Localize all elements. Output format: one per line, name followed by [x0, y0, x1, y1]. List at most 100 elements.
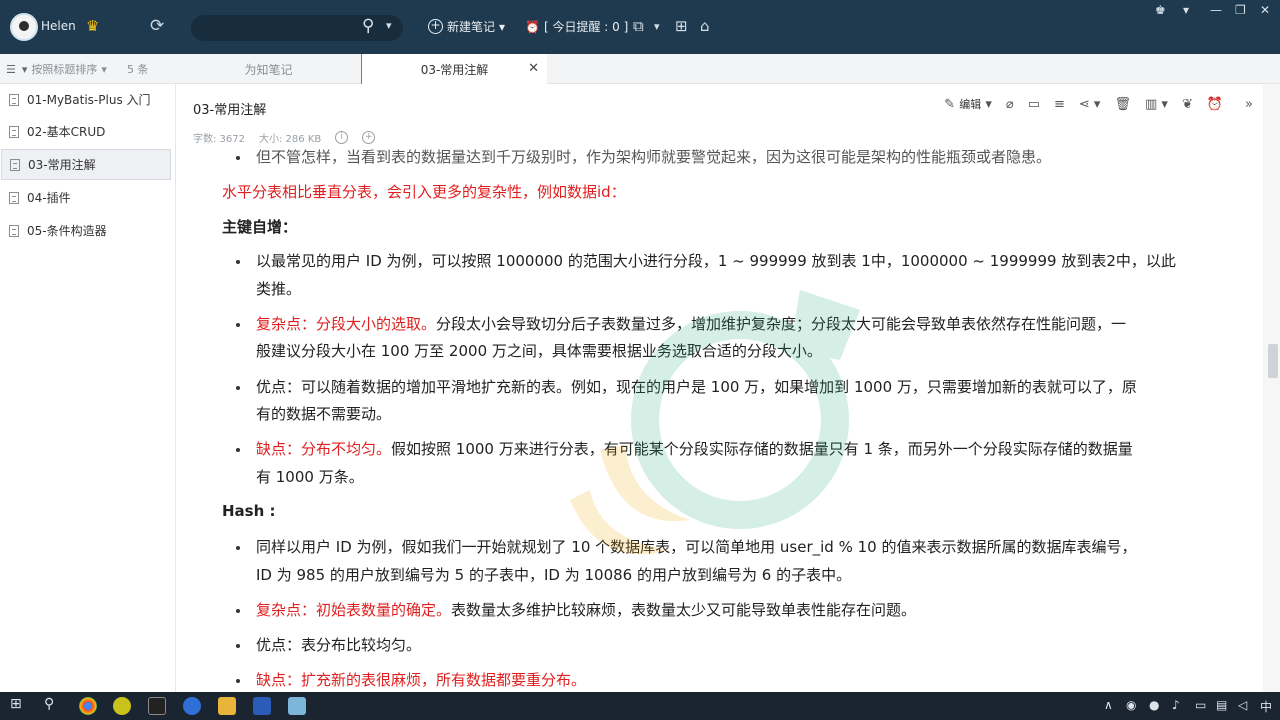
home-icon[interactable]: ⌂	[700, 17, 710, 35]
paragraph: 般建议分段大小在 100 万至 2000 万之间，具体需要根据业务选取合适的分段…	[256, 342, 822, 360]
delete-icon[interactable]: 🗑	[1114, 97, 1131, 112]
note-title: 05-条件构造器	[27, 224, 107, 238]
text: 假如按照 1000 万来进行分表，有可能某个分段实际存储的数据量只有 1 条，而…	[391, 440, 1133, 458]
intellij-icon[interactable]	[148, 697, 166, 715]
document-meta: 字数: 3672 大小: 286 KB i +	[193, 130, 376, 145]
ime-indicator[interactable]: 中	[1260, 698, 1272, 715]
app-icon[interactable]	[113, 697, 131, 715]
wiznote-icon[interactable]	[288, 697, 306, 715]
tab-label: 03-常用注解	[420, 62, 489, 77]
volume-icon[interactable]: ◁	[1238, 698, 1247, 712]
sort-dropdown[interactable]: 按照标题排序	[31, 61, 97, 77]
alarm-icon[interactable]: ⏰	[1207, 97, 1223, 112]
comment-icon[interactable]: ▭	[1028, 97, 1040, 112]
skin-icon[interactable]: ♚	[1155, 3, 1166, 17]
display-icon[interactable]: ▤	[1216, 698, 1227, 712]
chevron-down-icon[interactable]: ▾	[22, 63, 28, 76]
list-item[interactable]: 03-常用注解	[1, 149, 171, 180]
note-count: 5 条	[126, 63, 149, 76]
browser-icon[interactable]	[183, 697, 201, 715]
info-icon[interactable]: i	[335, 131, 349, 144]
tray-app-icon[interactable]: ●	[1149, 698, 1159, 712]
username[interactable]: Helen	[41, 19, 76, 33]
close-icon[interactable]: ✕	[1260, 3, 1270, 17]
tab-wiz-note[interactable]: 为知笔记	[176, 54, 361, 84]
paragraph: 缺点：扩充新的表很麻烦，所有数据都要重分布。	[256, 671, 587, 689]
sync-icon[interactable]: ⟳	[150, 16, 164, 36]
wechat-icon[interactable]: ❦	[1182, 97, 1193, 112]
word-icon[interactable]	[253, 697, 271, 715]
alarm-icon: ⏰	[525, 19, 540, 34]
edit-button[interactable]: ✎ 编辑 ▾	[944, 96, 992, 112]
chrome-icon[interactable]	[79, 697, 97, 715]
restore-icon[interactable]: ❐	[1235, 3, 1246, 17]
external-link-icon[interactable]: ⧉	[633, 17, 644, 35]
close-icon[interactable]: ✕	[528, 61, 539, 76]
reading-icon[interactable]: ▥ ▾	[1145, 97, 1168, 112]
menu-icon[interactable]: ▾	[1183, 3, 1189, 17]
list-item[interactable]: 05-条件构造器	[1, 215, 171, 246]
paragraph: 优点：可以随着数据的增加平滑地扩充新的表。例如，现在的用户是 100 万，如果增…	[256, 378, 1137, 396]
chevron-down-icon[interactable]: ▾	[386, 19, 392, 32]
editor-toolbar: ✎ 编辑 ▾ ⌀ ▭ ≡ ⋖ ▾ 🗑 ▥ ▾ ❦ ⏰ »	[944, 96, 1253, 113]
network-icon[interactable]: ▭	[1195, 698, 1206, 712]
bullet	[236, 546, 240, 550]
highlight: 复杂点：分段大小的选取。	[256, 315, 437, 333]
document-icon	[10, 158, 20, 171]
bullet	[236, 260, 240, 264]
chevron-down-icon[interactable]: ▾	[101, 63, 107, 76]
file-size: 大小: 286 KB	[259, 134, 322, 145]
paragraph: 优点：表分布比较均匀。	[256, 636, 422, 654]
list-item[interactable]: 04-插件	[1, 182, 171, 213]
paragraph: 复杂点：初始表数量的确定。表数量太多维护比较麻烦，表数量太少又可能导致单表性能存…	[256, 599, 916, 620]
scrollbar[interactable]	[1263, 84, 1280, 692]
paragraph: 同样以用户 ID 为例，假如我们一开始就规划了 10 个数据库表，可以简单地用 …	[256, 538, 1137, 556]
note-editor: 03-常用注解 字数: 3672 大小: 286 KB i + ✎ 编辑 ▾ ⌀…	[177, 84, 1263, 692]
microphone-icon[interactable]: ♪	[1172, 698, 1180, 712]
outline-icon[interactable]: ≡	[1054, 97, 1065, 112]
search-icon[interactable]: ⚲	[44, 696, 54, 712]
vip-crown-icon[interactable]: ♛	[86, 17, 99, 35]
windows-start-icon[interactable]: ⊞	[10, 696, 22, 712]
reminder-button[interactable]: ⏰ [ 今日提醒 : 0 ]	[525, 18, 628, 35]
bullet	[236, 609, 240, 613]
list-item[interactable]: 01-MyBatis-Plus 入门	[1, 84, 171, 115]
chevron-down-icon: ▾	[499, 19, 506, 34]
paragraph: 类推。	[256, 280, 302, 298]
edit-icon: ✎	[944, 97, 956, 112]
highlight: 缺点：分布不均匀。	[256, 440, 392, 458]
reminder-label: [ 今日提醒 : 0 ]	[543, 20, 629, 34]
text: 分段太小会导致切分后子表数量过多，增加维护复杂度；分段太大可能会导致单表依然存在…	[436, 315, 1127, 333]
bullet	[236, 644, 240, 648]
expand-icon[interactable]: »	[1245, 97, 1253, 112]
add-icon[interactable]: +	[362, 131, 376, 144]
section-heading: Hash :	[222, 502, 276, 520]
new-note-button[interactable]: + 新建笔记 ▾	[428, 18, 505, 35]
page-title: 03-常用注解	[193, 103, 267, 118]
folder-icon[interactable]	[218, 697, 236, 715]
grid-icon[interactable]: ⊞	[675, 17, 688, 35]
note-list: 01-MyBatis-Plus 入门 02-基本CRUD 03-常用注解 04-…	[0, 84, 176, 692]
tray-app-icon[interactable]: ◉	[1126, 698, 1136, 712]
attachment-icon[interactable]: ⌀	[1006, 97, 1014, 112]
text: 表数量太多维护比较麻烦，表数量太少又可能导致单表性能存在问题。	[451, 601, 917, 619]
chevron-down-icon[interactable]: ▾	[654, 20, 660, 33]
scrollbar-thumb[interactable]	[1268, 344, 1278, 378]
chevron-up-icon[interactable]: ∧	[1104, 698, 1113, 712]
avatar[interactable]	[10, 13, 38, 41]
section-heading: 主键自增：	[222, 218, 298, 236]
document-icon	[9, 224, 19, 237]
paragraph: 复杂点：分段大小的选取。分段太小会导致切分后子表数量过多，增加维护复杂度；分段太…	[256, 313, 1126, 334]
tab-current-note[interactable]: 03-常用注解 ✕	[361, 54, 547, 84]
document-icon	[9, 191, 19, 204]
search-icon[interactable]: ⚲	[362, 16, 374, 36]
list-icon[interactable]: ☰	[6, 63, 16, 76]
list-item[interactable]: 02-基本CRUD	[1, 116, 171, 147]
note-title: 03-常用注解	[28, 158, 96, 172]
document-icon	[9, 93, 19, 106]
bullet	[236, 448, 240, 452]
note-title: 04-插件	[27, 191, 71, 205]
bullet	[236, 679, 240, 683]
minimize-icon[interactable]: —	[1210, 3, 1222, 17]
share-icon[interactable]: ⋖ ▾	[1079, 97, 1101, 112]
